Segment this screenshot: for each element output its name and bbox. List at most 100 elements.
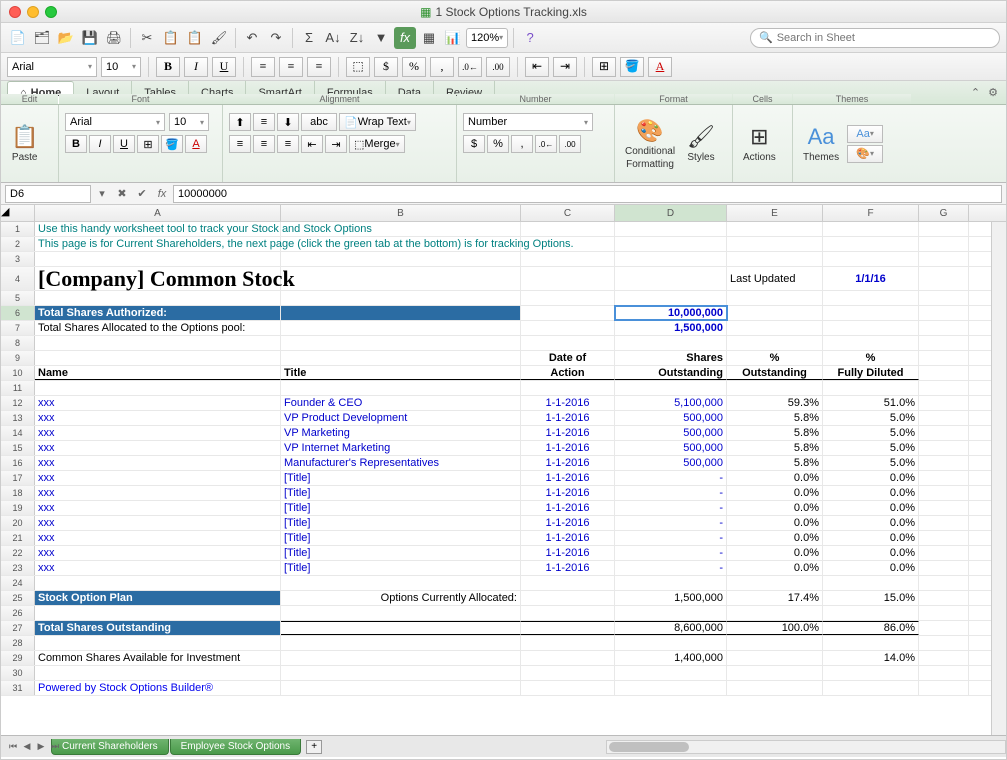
cell-E16[interactable]: 5.8% [727, 456, 823, 470]
cell-G29[interactable] [919, 651, 969, 665]
cell-F26[interactable] [823, 606, 919, 620]
cell-F12[interactable]: 51.0% [823, 396, 919, 410]
row-header[interactable]: 4 [1, 267, 35, 290]
tab-prev-icon[interactable]: ◀ [21, 740, 33, 754]
cell-E28[interactable] [727, 636, 823, 650]
cell-C23[interactable]: 1-1-2016 [521, 561, 615, 575]
cell-F27[interactable]: 86.0% [823, 621, 919, 635]
merge-button-r[interactable]: ⬚ Merge ▾ [349, 135, 405, 153]
search-sheet[interactable]: 🔍 [750, 28, 1000, 48]
add-sheet-button[interactable]: + [306, 740, 322, 754]
cell-D23[interactable]: - [615, 561, 727, 575]
merge-button[interactable]: ⬚ [346, 57, 370, 77]
cell-C12[interactable]: 1-1-2016 [521, 396, 615, 410]
cell-E30[interactable] [727, 666, 823, 680]
row-header[interactable]: 6 [1, 306, 35, 320]
cell-F2[interactable] [823, 237, 919, 251]
row-header[interactable]: 19 [1, 501, 35, 515]
fx-button[interactable]: fx [153, 185, 171, 203]
cell-A23[interactable]: xxx [35, 561, 281, 575]
row-header[interactable]: 8 [1, 336, 35, 350]
collapse-ribbon-icon[interactable]: ⌃ [971, 86, 980, 99]
cell-E24[interactable] [727, 576, 823, 590]
cell-G13[interactable] [919, 411, 969, 425]
indent-left-button[interactable]: ⇤ [525, 57, 549, 77]
cell-E3[interactable] [727, 252, 823, 266]
themes-button[interactable]: Aa Themes [799, 122, 843, 165]
cell-F24[interactable] [823, 576, 919, 590]
cell-C13[interactable]: 1-1-2016 [521, 411, 615, 425]
cell-G7[interactable] [919, 321, 969, 335]
cell-D2[interactable] [615, 237, 727, 251]
cell-D15[interactable]: 500,000 [615, 441, 727, 455]
theme-aa-button[interactable]: Aa▾ [847, 125, 883, 143]
cell-A7[interactable]: Total Shares Allocated to the Options po… [35, 321, 281, 335]
cell-C11[interactable] [521, 381, 615, 395]
ribbon-border[interactable]: ⊞ [137, 135, 159, 153]
theme-colors-button[interactable]: 🎨▾ [847, 145, 883, 163]
fill-color-button[interactable]: 🪣 [620, 57, 644, 77]
cell-E21[interactable]: 0.0% [727, 531, 823, 545]
cell-F20[interactable]: 0.0% [823, 516, 919, 530]
cell-G31[interactable] [919, 681, 969, 695]
cell-B13[interactable]: VP Product Development [281, 411, 521, 425]
cell-B30[interactable] [281, 666, 521, 680]
search-input[interactable] [777, 32, 991, 44]
cell-E7[interactable] [727, 321, 823, 335]
increase-decimal-button[interactable]: .00 [486, 57, 510, 77]
cell-G10[interactable] [919, 366, 969, 380]
cell-A14[interactable]: xxx [35, 426, 281, 440]
cell-B9[interactable] [281, 351, 521, 365]
row-header[interactable]: 22 [1, 546, 35, 560]
cell-B8[interactable] [281, 336, 521, 350]
cell-A25[interactable]: Stock Option Plan [35, 591, 281, 605]
cell-B24[interactable] [281, 576, 521, 590]
undo-icon[interactable]: ↶ [241, 27, 263, 49]
cell-C18[interactable]: 1-1-2016 [521, 486, 615, 500]
cell-C22[interactable]: 1-1-2016 [521, 546, 615, 560]
cell-D27[interactable]: 8,600,000 [615, 621, 727, 635]
ribbon-font-select[interactable]: Arial▾ [65, 113, 165, 131]
orientation[interactable]: abc [301, 113, 337, 131]
cell-G28[interactable] [919, 636, 969, 650]
cell-B20[interactable]: [Title] [281, 516, 521, 530]
indent-right-button[interactable]: ⇥ [553, 57, 577, 77]
cell-A22[interactable]: xxx [35, 546, 281, 560]
percent-r[interactable]: % [487, 135, 509, 153]
cell-G1[interactable] [919, 222, 969, 236]
confirm-formula[interactable]: ✔ [133, 185, 151, 203]
row-header[interactable]: 13 [1, 411, 35, 425]
cell-F23[interactable]: 0.0% [823, 561, 919, 575]
cell-G27[interactable] [919, 621, 969, 635]
filter-icon[interactable]: ▼ [370, 27, 392, 49]
cell-D30[interactable] [615, 666, 727, 680]
font-color-button[interactable]: A [648, 57, 672, 77]
cell-G23[interactable] [919, 561, 969, 575]
cell-E11[interactable] [727, 381, 823, 395]
cell-E4[interactable]: Last Updated [727, 267, 823, 290]
paste-button[interactable]: 📋 Paste [7, 122, 42, 165]
cell-A8[interactable] [35, 336, 281, 350]
cell-F22[interactable]: 0.0% [823, 546, 919, 560]
cell-G17[interactable] [919, 471, 969, 485]
row-header[interactable]: 30 [1, 666, 35, 680]
cell-A28[interactable] [35, 636, 281, 650]
zoom-select[interactable]: 120%▾ [466, 28, 508, 48]
cell-A20[interactable]: xxx [35, 516, 281, 530]
dec-down[interactable]: .0← [535, 135, 557, 153]
row-header[interactable]: 24 [1, 576, 35, 590]
select-all-corner[interactable]: ◢ [1, 205, 35, 221]
cell-A15[interactable]: xxx [35, 441, 281, 455]
sort-asc-icon[interactable]: A↓ [322, 27, 344, 49]
open-icon[interactable]: 📂 [55, 27, 77, 49]
cell-G20[interactable] [919, 516, 969, 530]
cell-B11[interactable] [281, 381, 521, 395]
cell-A4[interactable]: [Company] Common Stock [35, 267, 281, 290]
cell-E19[interactable]: 0.0% [727, 501, 823, 515]
cell-B27[interactable] [281, 621, 521, 635]
cell-E5[interactable] [727, 291, 823, 305]
cell-A31[interactable]: Powered by Stock Options Builder® [35, 681, 281, 695]
cell-C25[interactable] [521, 591, 615, 605]
show-formulas-icon[interactable]: ▦ [418, 27, 440, 49]
cell-G5[interactable] [919, 291, 969, 305]
